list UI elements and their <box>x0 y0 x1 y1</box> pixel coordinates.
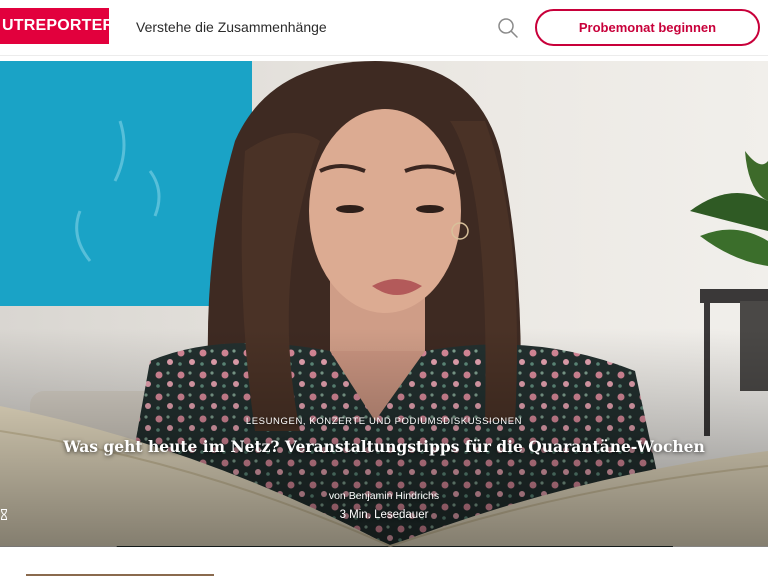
start-trial-button[interactable]: Probemonat beginnen <box>535 9 760 46</box>
article-category[interactable]: LESUNGEN, KONZERTE UND PODIUMSDISKUSSION… <box>0 416 768 427</box>
article-headline[interactable]: Was geht heute im Netz? Veranstaltungsti… <box>0 437 768 456</box>
content-below <box>0 547 768 576</box>
search-button[interactable] <box>496 16 520 40</box>
logo[interactable]: UTREPORTER <box>0 8 109 44</box>
article-hero[interactable]: LESUNGEN, KONZERTE UND PODIUMSDISKUSSION… <box>0 61 768 547</box>
reading-time-label: 3 Min. Lesedauer <box>339 509 429 521</box>
article-author[interactable]: von Benjamin Hindrichs <box>0 490 768 502</box>
top-navigation-bar: UTREPORTER Verstehe die Zusammenhänge Pr… <box>0 0 768 56</box>
hourglass-icon <box>1 509 7 520</box>
search-icon <box>498 18 518 38</box>
reading-time: 3 Min. Lesedauer <box>0 509 768 521</box>
tagline: Verstehe die Zusammenhänge <box>136 19 327 35</box>
hero-image <box>0 61 768 547</box>
